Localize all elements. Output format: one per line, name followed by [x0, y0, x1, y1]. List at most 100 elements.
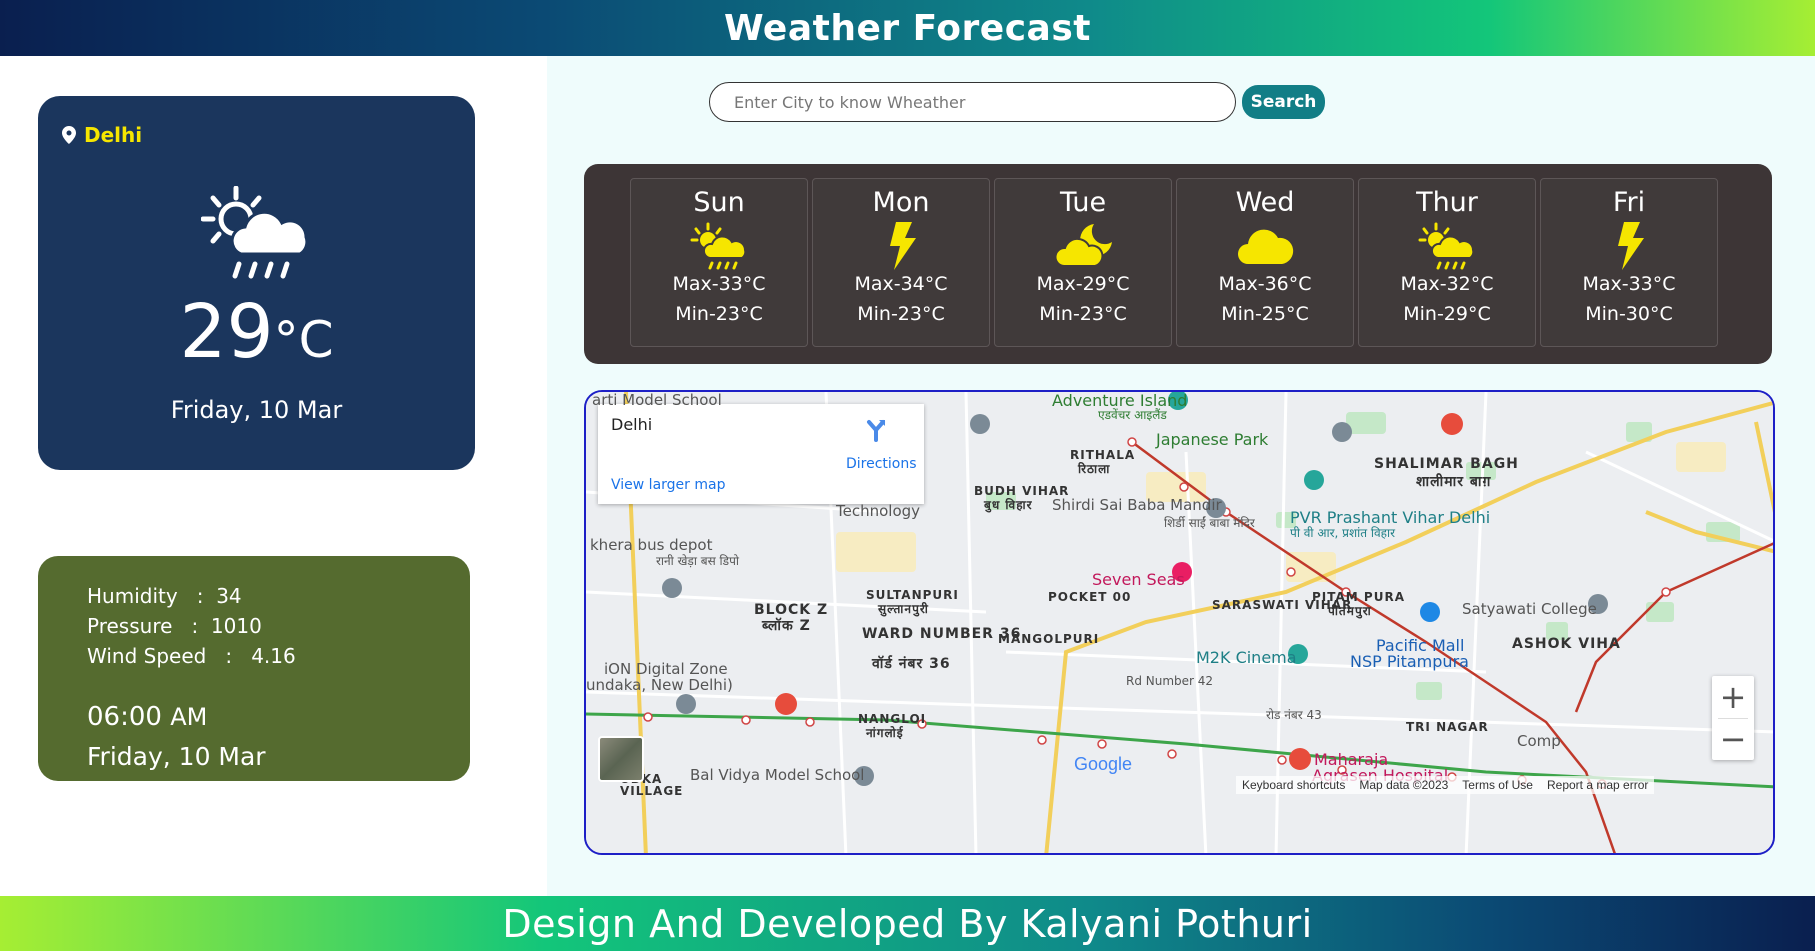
- current-time: 06:00 AM: [87, 702, 207, 732]
- map-label: NSP Pitampura: [1350, 652, 1469, 671]
- sun-cloud-rain-icon: [201, 186, 309, 279]
- google-logo-text: Google: [1074, 754, 1133, 774]
- day-name: Fri: [1612, 187, 1646, 218]
- page-header: Weather Forecast: [0, 0, 1815, 56]
- location-name: Delhi: [84, 123, 143, 147]
- temperature-unit: °C: [273, 311, 334, 369]
- day-min-temp: Min-23°C: [675, 303, 763, 325]
- map-label: SHALIMAR BAGH: [1374, 456, 1519, 472]
- map-label: ASHOK VIHA: [1512, 636, 1621, 652]
- cloud-icon: [1238, 229, 1294, 264]
- search-button[interactable]: Search: [1242, 85, 1325, 119]
- wind-speed-row: Wind Speed : 4.16: [87, 644, 296, 668]
- map-label: बुध विहार: [984, 498, 1033, 512]
- satellite-view-toggle[interactable]: [598, 736, 644, 782]
- lightning-icon: [1618, 222, 1644, 270]
- map-label: रोड नंबर 43: [1266, 708, 1322, 722]
- weather-details-card: Humidity : 34 Pressure : 1010 Wind Speed…: [38, 556, 470, 781]
- map-label: undaka, New Delhi): [586, 676, 733, 694]
- map-label: POCKET 00: [1048, 590, 1132, 604]
- map-label: Rd Number 42: [1126, 674, 1214, 688]
- map-label: नांगलोई: [866, 726, 904, 740]
- left-column: Delhi 29°C Friday, 10 Mar Humidity: 34 …: [0, 56, 547, 896]
- moon-cloud-icon: [1054, 224, 1112, 267]
- page-title: Weather Forecast: [724, 7, 1091, 49]
- map-label: एडवेंचर आइलैंड: [1098, 408, 1167, 422]
- day-max-temp: Max-34°C: [854, 273, 948, 295]
- footer-credit: Design And Developed By Kalyani Pothuri: [502, 901, 1313, 946]
- forecast-day-card: Wed Max-36°C Min-25°C: [1176, 178, 1354, 347]
- day-min-temp: Min-25°C: [1221, 303, 1309, 325]
- map-label: Seven Seas: [1092, 570, 1185, 589]
- current-temperature: 29°C: [38, 292, 475, 380]
- map-label: Satyawati College: [1462, 600, 1597, 618]
- view-larger-map-link[interactable]: View larger map: [611, 477, 725, 493]
- forecast-day-card: Thur Max-32°C Min-29°C: [1358, 178, 1536, 347]
- map-label: Bal Vidya Model School: [690, 766, 865, 784]
- map-data-text: Map data ©2023: [1359, 778, 1449, 792]
- sun-cloud-rain-icon: [690, 222, 747, 270]
- forecast-day-card: Fri Max-33°C Min-30°C: [1540, 178, 1718, 347]
- day-min-temp: Min-23°C: [857, 303, 945, 325]
- pressure-row: Pressure : 1010: [87, 614, 262, 638]
- page-footer: Design And Developed By Kalyani Pothuri: [0, 896, 1815, 951]
- embedded-map[interactable]: Delhi Directions View larger map arti Mo…: [584, 390, 1775, 855]
- temperature-value: 29: [179, 289, 274, 375]
- map-info-card: Delhi Directions View larger map: [598, 404, 924, 504]
- map-label: ब्लॉक Z: [762, 618, 811, 634]
- map-place-name: Delhi: [611, 415, 653, 434]
- google-logo: Google: [1074, 754, 1132, 775]
- details-date: Friday, 10 Mar: [87, 742, 266, 771]
- terms-of-use-link[interactable]: Terms of Use: [1462, 778, 1533, 792]
- directions-link[interactable]: Directions: [846, 456, 917, 472]
- day-name: Thur: [1416, 187, 1478, 218]
- map-label: शिर्डी साईं बाबा मंदिर: [1164, 516, 1255, 530]
- map-label: वॉर्ड नंबर 36: [872, 656, 951, 672]
- map-label: Comp: [1517, 732, 1561, 750]
- directions-icon[interactable]: [865, 418, 887, 442]
- zoom-out-button[interactable]: −: [1712, 718, 1754, 760]
- map-label: arti Model School: [592, 391, 722, 409]
- map-zoom-control: + −: [1712, 676, 1754, 760]
- time-ampm: AM: [170, 703, 208, 731]
- location: Delhi: [62, 123, 142, 147]
- day-min-temp: Min-23°C: [1039, 303, 1127, 325]
- map-label: पीतमपुरा: [1328, 604, 1372, 618]
- zoom-in-button[interactable]: +: [1712, 676, 1754, 718]
- day-name: Mon: [872, 187, 930, 218]
- map-label: पी वी आर, प्रशांत विहार: [1290, 526, 1396, 540]
- map-label: M2K Cinema: [1196, 648, 1297, 667]
- map-pin-icon: [62, 126, 76, 144]
- map-footer: Keyboard shortcuts Map data ©2023 Terms …: [1236, 776, 1655, 794]
- day-max-temp: Max-33°C: [1582, 273, 1676, 295]
- map-label: VILLAGE: [620, 784, 684, 798]
- current-weather-card: Delhi 29°C Friday, 10 Mar: [38, 96, 475, 470]
- day-name: Tue: [1059, 187, 1107, 218]
- day-max-temp: Max-32°C: [1400, 273, 1494, 295]
- day-min-temp: Min-29°C: [1403, 303, 1491, 325]
- humidity-row: Humidity : 34: [87, 584, 242, 608]
- right-column: Search Sun Max-33°C Min-23°C Mon: [547, 56, 1815, 896]
- report-map-error-link[interactable]: Report a map error: [1547, 778, 1648, 792]
- current-date: Friday, 10 Mar: [170, 396, 343, 424]
- day-name: Wed: [1235, 187, 1295, 218]
- time-value: 06:00: [87, 702, 162, 732]
- map-label: Japanese Park: [1156, 430, 1269, 449]
- map-label: TRI NAGAR: [1406, 720, 1489, 734]
- city-search-input[interactable]: [709, 82, 1236, 122]
- map-label: शालीमार बाग़: [1416, 474, 1492, 490]
- forecast-panel: Sun Max-33°C Min-23°C Mon Max-34°C Min-2…: [584, 164, 1772, 364]
- day-max-temp: Max-36°C: [1218, 273, 1312, 295]
- forecast-day-card: Sun Max-33°C Min-23°C: [630, 178, 808, 347]
- lightning-icon: [890, 222, 916, 270]
- map-label: रानी खेड़ा बस डिपो: [656, 554, 739, 568]
- day-max-temp: Max-33°C: [672, 273, 766, 295]
- forecast-day-card: Tue Max-29°C Min-23°C: [994, 178, 1172, 347]
- map-label: सुल्तानपुरी: [878, 602, 929, 616]
- day-max-temp: Max-29°C: [1036, 273, 1130, 295]
- map-label: Shirdi Sai Baba Mandir: [1052, 496, 1222, 514]
- sun-cloud-rain-icon: [1418, 222, 1475, 270]
- keyboard-shortcuts-link[interactable]: Keyboard shortcuts: [1242, 778, 1345, 792]
- map-label: MANGOLPURI: [998, 632, 1100, 646]
- forecast-day-card: Mon Max-34°C Min-23°C: [812, 178, 990, 347]
